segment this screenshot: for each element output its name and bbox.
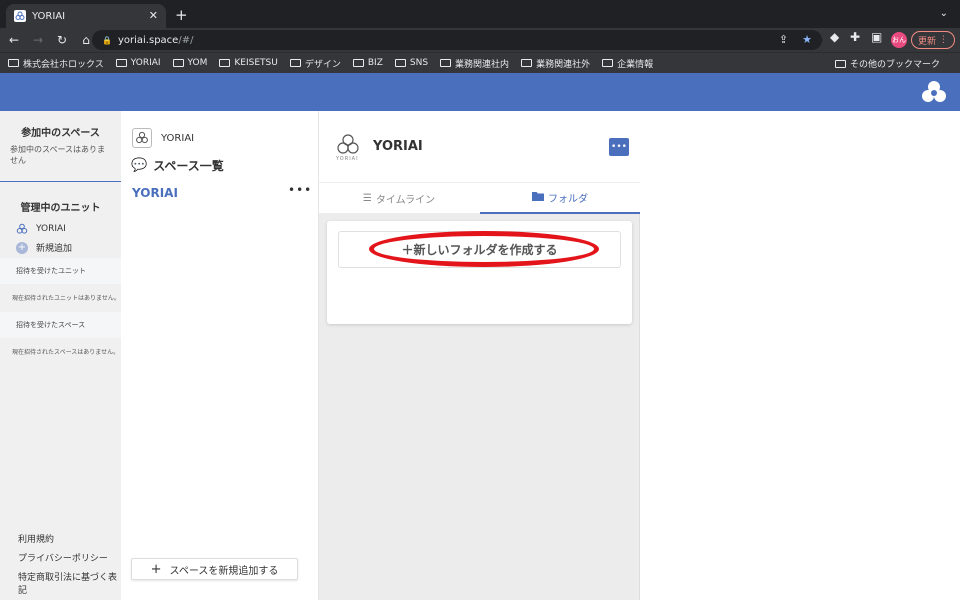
folder-icon <box>394 59 406 67</box>
forward-arrow-icon[interactable]: → <box>28 33 48 47</box>
bookmark-item[interactable]: デザイン <box>289 57 341 70</box>
browser-tab[interactable]: YORIAI ✕ <box>6 4 166 28</box>
bookmark-item[interactable]: BIZ <box>352 58 383 68</box>
privacy-policy-link[interactable]: プライバシーポリシー <box>18 551 108 564</box>
url-host: yoriai.space <box>117 34 179 46</box>
tab-title: YORIAI <box>32 10 66 22</box>
url-path: /#/ <box>178 34 194 46</box>
space-list-panel: YORIAI 💬 スペース一覧 YORIAI ••• + スペースを新規追加する <box>121 111 319 600</box>
more-options-icon[interactable]: ••• <box>288 183 312 197</box>
folder-icon <box>115 59 127 67</box>
invited-spaces-empty: 現在招待されたスペースはありません。 <box>12 349 120 356</box>
extensions-puzzle-icon[interactable]: ✚ <box>850 30 860 44</box>
tab-close-icon[interactable]: ✕ <box>149 9 158 22</box>
bookmarks-bar: 株式会社ホロックス YORIAI YOM KEISETSU デザイン BIZ S… <box>0 52 960 73</box>
app-header <box>0 73 960 111</box>
empty-area <box>641 111 960 600</box>
bookmark-item[interactable]: 業務関連社外 <box>521 57 590 70</box>
folder-card: ＋新しいフォルダを作成する <box>327 221 632 324</box>
unit-item-yoriai[interactable]: YORIAI <box>16 223 66 235</box>
profile-avatar[interactable]: おん <box>891 32 907 48</box>
bookmark-item[interactable]: KEISETSU <box>219 58 278 68</box>
bookmark-item[interactable]: YORIAI <box>115 58 161 68</box>
sidebar-divider <box>0 181 121 182</box>
browser-toolbar: ← → ↻ ⌂ 🔒 yoriai.space /#/ ⇪ ★ ◆ ✚ ▣ おん … <box>0 28 960 52</box>
browser-update-button[interactable]: 更新 ⋮ <box>911 31 955 49</box>
other-bookmarks[interactable]: その他のブックマーク <box>834 57 940 70</box>
yoriai-logo-icon[interactable] <box>920 78 948 106</box>
folder-icon <box>172 59 184 67</box>
list-icon: ☰ <box>362 193 372 204</box>
joined-spaces-empty: 参加中のスペースはありません <box>10 145 106 165</box>
managed-units-title: 管理中のユニット <box>20 203 101 214</box>
yoriai-favicon-icon <box>14 10 26 22</box>
bookmark-item[interactable]: YOM <box>172 58 207 68</box>
folder-icon <box>532 191 544 204</box>
bookmark-item[interactable]: 株式会社ホロックス <box>8 57 104 70</box>
side-panel-icon[interactable]: ▣ <box>871 30 882 44</box>
bookmark-item[interactable]: 企業情報 <box>602 57 653 70</box>
lock-icon: 🔒 <box>102 35 112 45</box>
add-space-button[interactable]: + スペースを新規追加する <box>131 558 298 580</box>
left-sidebar: 参加中のスペース 参加中のスペースはありません 管理中のユニット YORIAI … <box>0 111 121 600</box>
space-item-yoriai[interactable]: YORIAI <box>132 186 178 200</box>
folder-icon <box>834 59 846 68</box>
invited-spaces-label: 招待を受けたスペース <box>0 312 121 338</box>
yoriai-unit-icon <box>16 223 28 234</box>
folder-icon <box>219 59 231 67</box>
new-tab-icon[interactable]: + <box>175 6 188 24</box>
terms-link[interactable]: 利用規約 <box>18 532 54 545</box>
folder-icon <box>521 59 533 67</box>
address-bar[interactable]: 🔒 yoriai.space /#/ ⇪ ★ <box>92 30 822 50</box>
extension-icon[interactable]: ◆ <box>830 30 839 44</box>
new-folder-button[interactable]: ＋新しいフォルダを作成する <box>338 231 621 268</box>
invited-units-label: 招待を受けたユニット <box>0 258 121 284</box>
back-arrow-icon[interactable]: ← <box>4 33 24 47</box>
share-icon[interactable]: ⇪ <box>779 33 788 46</box>
folder-icon <box>352 59 364 67</box>
bookmark-item[interactable]: 業務関連社内 <box>440 57 509 70</box>
content-header: YORIAI YORIAI ••• <box>319 111 640 182</box>
folder-icon <box>440 59 452 67</box>
bookmark-star-icon[interactable]: ★ <box>802 33 812 46</box>
plus-icon: + <box>16 241 28 254</box>
reload-icon[interactable]: ↻ <box>52 33 72 47</box>
content-tabs: ☰ タイムライン フォルダ <box>319 182 640 214</box>
folder-icon <box>289 59 301 67</box>
plus-icon: + <box>150 561 162 577</box>
invited-units-empty: 現在招待されたユニットはありません。 <box>12 295 120 302</box>
folder-icon <box>8 59 19 67</box>
browser-tab-bar: YORIAI ✕ + ⌄ <box>0 0 960 28</box>
chat-bubbles-icon: 💬 <box>131 158 148 173</box>
logo-subtext: YORIAI <box>336 156 359 162</box>
yoriai-logo-icon <box>337 134 359 154</box>
space-title: YORIAI <box>373 139 423 154</box>
unit-logo-icon[interactable] <box>132 128 152 148</box>
unit-name: YORIAI <box>161 133 195 144</box>
tab-search-chevron-icon[interactable]: ⌄ <box>940 8 948 19</box>
bookmark-item[interactable]: SNS <box>394 58 428 68</box>
tab-folder[interactable]: フォルダ <box>480 183 640 214</box>
commerce-law-link[interactable]: 特定商取引法に基づく表記 <box>18 570 121 596</box>
tab-timeline[interactable]: ☰ タイムライン <box>319 183 479 214</box>
content-panel: YORIAI YORIAI ••• ☰ タイムライン フォルダ ＋新しいフォルダ… <box>319 111 640 600</box>
chat-icon[interactable]: ••• <box>609 138 629 156</box>
joined-spaces-title: 参加中のスペース <box>21 128 100 139</box>
folder-icon <box>602 59 614 67</box>
add-unit-button[interactable]: + 新規追加 <box>16 241 72 254</box>
space-list-title: 💬 スペース一覧 <box>131 158 224 173</box>
